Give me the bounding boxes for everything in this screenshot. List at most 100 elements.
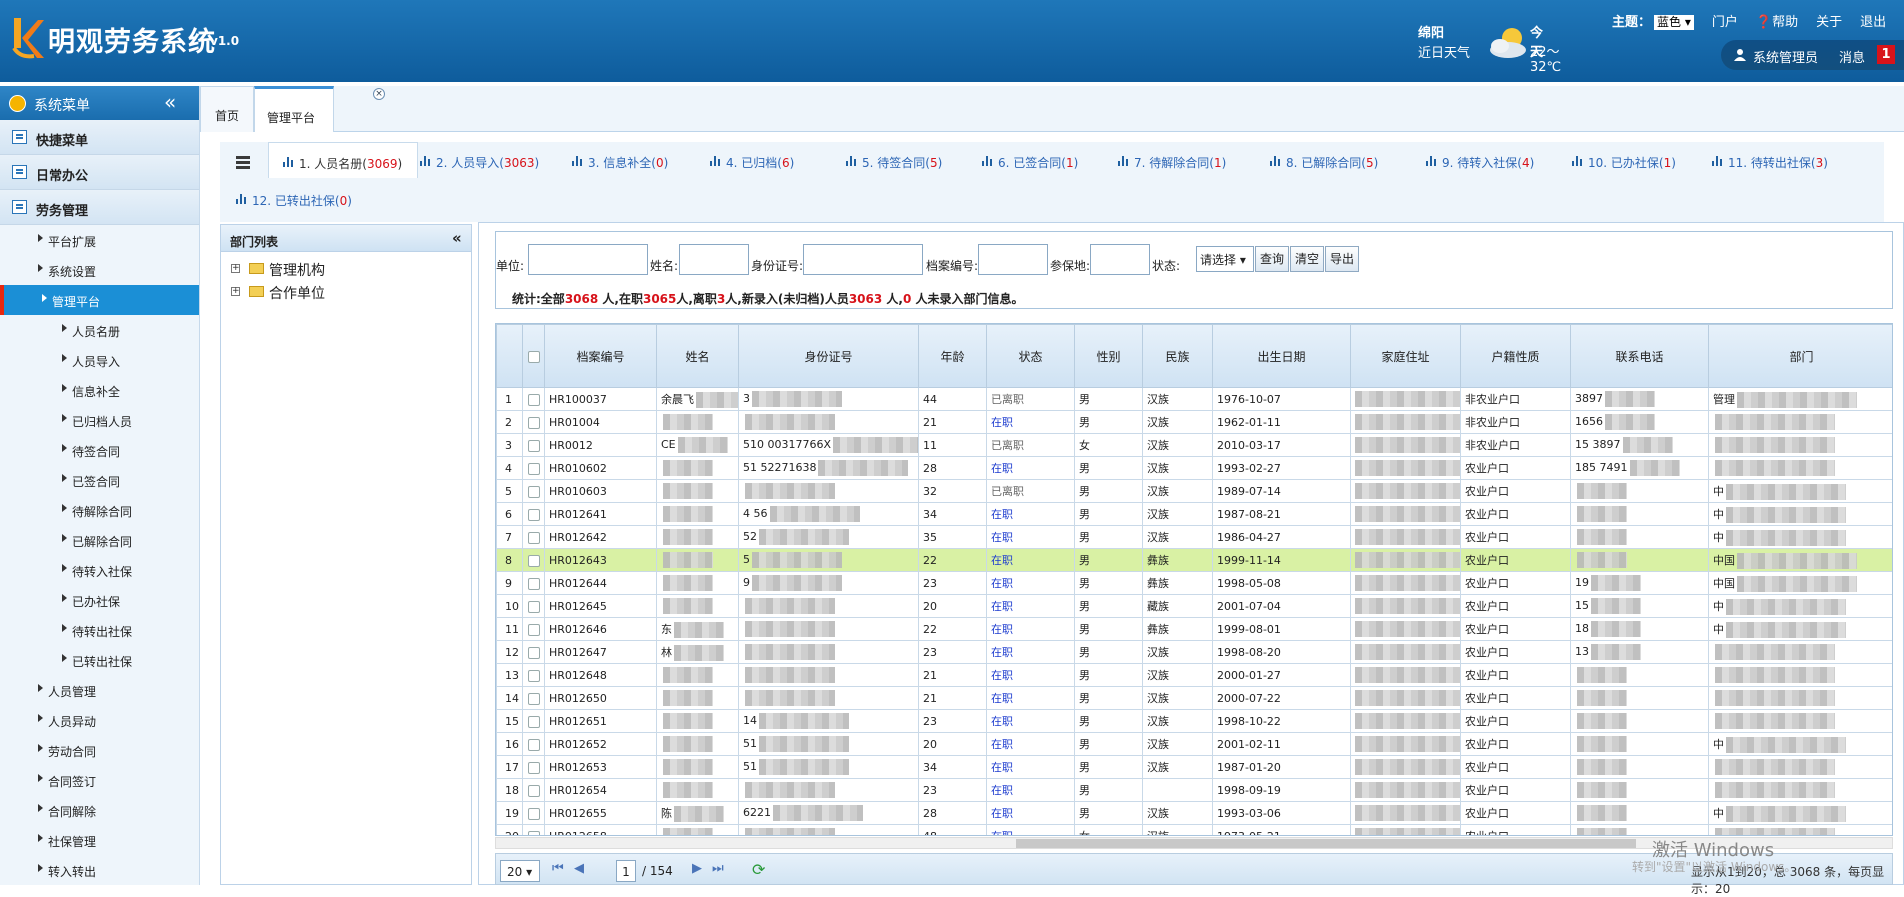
function-tab[interactable]: 5. 待签合同(5) (846, 142, 972, 178)
tab-home[interactable]: 首页 (200, 86, 254, 132)
function-tab[interactable]: 2. 人员导入(3063) (420, 142, 560, 178)
function-tab[interactable]: 7. 待解除合同(1) (1118, 142, 1258, 178)
sidebar-item[interactable]: 已转出社保 (0, 645, 199, 675)
sidebar-item[interactable]: 社保管理 (0, 825, 199, 855)
function-tab[interactable]: 1. 人员名册(3069) (268, 142, 418, 178)
page-size-select[interactable]: 20 ▾ (500, 860, 540, 882)
status-select[interactable]: 请选择 ▾ (1196, 246, 1254, 272)
theme-select[interactable]: 蓝色 ▾ (1654, 14, 1694, 30)
refresh-icon[interactable]: ⟳ (752, 860, 765, 879)
export-button[interactable]: 导出 (1325, 246, 1359, 272)
row-checkbox[interactable] (522, 571, 545, 595)
row-checkbox[interactable] (522, 617, 545, 641)
id-number-input[interactable] (803, 244, 923, 275)
table-row[interactable]: 19 HR012655 陈 6221 28 在职 男 汉族 1993-03-06 农业户口 中 (496, 801, 1892, 825)
function-tab[interactable]: 10. 已办社保(1) (1572, 142, 1702, 178)
row-checkbox[interactable] (522, 410, 545, 434)
portal-link[interactable]: 门户 (1712, 11, 1738, 30)
sidebar-item[interactable]: 待转入社保 (0, 555, 199, 585)
table-row[interactable]: 1 HR100037 余晨飞 3 44 已离职 男 汉族 1976-10-07 非农业户口 3897… (496, 387, 1892, 411)
table-row[interactable]: 3 HR0012 CE 510 00317766X 11 已离职 女 汉族 2010-03-17… (496, 433, 1892, 457)
row-checkbox[interactable] (522, 525, 545, 549)
collapse-sidebar-icon[interactable]: « (164, 90, 176, 114)
column-header[interactable]: 档案编号 (544, 324, 657, 388)
collapse-tree-icon[interactable]: « (452, 229, 462, 247)
sidebar-item[interactable]: 人员导入 (0, 345, 199, 375)
sidebar-item[interactable]: 已归档人员 (0, 405, 199, 435)
row-checkbox[interactable] (522, 732, 545, 756)
row-checkbox[interactable] (522, 502, 545, 526)
sidebar-section-labor[interactable]: 劳务管理 (0, 190, 199, 225)
row-checkbox[interactable] (522, 640, 545, 664)
file-number-input[interactable] (978, 244, 1048, 275)
row-checkbox[interactable] (522, 755, 545, 779)
menu-grid-icon[interactable] (236, 156, 250, 170)
row-checkbox[interactable] (522, 387, 545, 411)
row-checkbox[interactable] (522, 479, 545, 503)
sidebar-item[interactable]: 劳动合同 (0, 735, 199, 765)
column-header[interactable]: 出生日期 (1212, 324, 1351, 388)
table-row[interactable]: 5 HR010603 32 已离职 男 汉族 1989-07-14 农业户口 中 (496, 479, 1892, 503)
sidebar-item[interactable]: 已解除合同 (0, 525, 199, 555)
sidebar-item[interactable]: 待签合同 (0, 435, 199, 465)
row-checkbox[interactable] (522, 824, 545, 835)
name-input[interactable] (679, 244, 749, 275)
close-tab-icon[interactable]: × (373, 88, 385, 100)
row-checkbox[interactable] (522, 778, 545, 802)
table-row[interactable]: 8 HR012643 5 22 在职 男 彝族 1999-11-14 农业户口 中国 (496, 548, 1892, 572)
sidebar-item[interactable]: 人员异动 (0, 705, 199, 735)
sidebar-item[interactable]: 待转出社保 (0, 615, 199, 645)
last-page-icon[interactable]: ⏭ (712, 861, 724, 876)
clear-button[interactable]: 清空 (1290, 246, 1324, 272)
weather-recent[interactable]: 近日天气 (1418, 42, 1478, 61)
function-tab[interactable]: 3. 信息补全(0) (572, 142, 702, 178)
column-header[interactable]: 状态 (986, 324, 1075, 388)
function-tab[interactable]: 9. 待转入社保(4) (1426, 142, 1566, 178)
table-row[interactable]: 14 HR012650 21 在职 男 汉族 2000-07-22 农业户口 (496, 686, 1892, 710)
column-header[interactable]: 姓名 (656, 324, 739, 388)
table-row[interactable]: 20 HR012658 48 在职 女 汉族 1973-05-21 农业户口 (496, 824, 1892, 835)
sidebar-item[interactable]: 合同签订 (0, 765, 199, 795)
column-header[interactable]: 民族 (1142, 324, 1213, 388)
sidebar-section-quick[interactable]: 快捷菜单 (0, 120, 199, 155)
sidebar-item[interactable]: 已办社保 (0, 585, 199, 615)
table-row[interactable]: 4 HR010602 51 52271638 28 在职 男 汉族 1993-02-27 农业户… (496, 456, 1892, 480)
function-tab[interactable]: 11. 待转出社保(3) (1712, 142, 1872, 178)
column-header[interactable]: 年龄 (918, 324, 987, 388)
sidebar-section-office[interactable]: 日常办公 (0, 155, 199, 190)
table-row[interactable]: 13 HR012648 21 在职 男 汉族 2000-01-27 农业户口 (496, 663, 1892, 687)
column-header[interactable]: 部门 (1708, 324, 1892, 388)
row-checkbox[interactable] (522, 686, 545, 710)
message-count-badge[interactable]: 1 (1877, 45, 1895, 64)
column-header[interactable]: 户籍性质 (1460, 324, 1571, 388)
column-header[interactable]: 性别 (1074, 324, 1143, 388)
next-page-icon[interactable]: ▶ (692, 861, 702, 876)
row-checkbox[interactable] (522, 594, 545, 618)
scrollbar-thumb[interactable] (1016, 839, 1636, 848)
page-number-input[interactable]: 1 (616, 860, 636, 882)
prev-page-icon[interactable]: ◀ (574, 861, 584, 876)
table-row[interactable]: 6 HR012641 4 56 34 在职 男 汉族 1987-08-21 农业户口 中 (496, 502, 1892, 526)
select-all-checkbox[interactable] (522, 324, 545, 388)
table-row[interactable]: 18 HR012654 23 在职 男 1998-09-19 农业户口 (496, 778, 1892, 802)
tab-management[interactable]: 管理平台 × (254, 86, 385, 132)
insure-place-input[interactable] (1090, 244, 1150, 275)
sidebar-item[interactable]: 管理平台 (0, 285, 199, 315)
function-tab[interactable]: 8. 已解除合同(5) (1270, 142, 1410, 178)
logout-link[interactable]: 退出 (1860, 11, 1886, 30)
sidebar-item[interactable]: 平台扩展 (0, 225, 199, 255)
sidebar-item[interactable]: 待解除合同 (0, 495, 199, 525)
column-header[interactable]: 身份证号 (738, 324, 919, 388)
column-header[interactable]: 家庭住址 (1350, 324, 1461, 388)
table-row[interactable]: 11 HR012646 东 22 在职 男 彝族 1999-08-01 农业户口 18 中 (496, 617, 1892, 641)
row-checkbox[interactable] (522, 456, 545, 480)
table-row[interactable]: 12 HR012647 林 23 在职 男 汉族 1998-08-20 农业户口 13 (496, 640, 1892, 664)
table-row[interactable]: 15 HR012651 14 23 在职 男 汉族 1998-10-22 农业户口 (496, 709, 1892, 733)
function-tab[interactable]: 4. 已归档(6) (710, 142, 836, 178)
row-checkbox[interactable] (522, 548, 545, 572)
table-row[interactable]: 16 HR012652 51 20 在职 男 汉族 2001-02-11 农业户口 中 (496, 732, 1892, 756)
table-row[interactable]: 7 HR012642 52 35 在职 男 汉族 1986-04-27 农业户口 中 (496, 525, 1892, 549)
sidebar-item[interactable]: 已签合同 (0, 465, 199, 495)
about-link[interactable]: 关于 (1816, 11, 1842, 30)
table-row[interactable]: 9 HR012644 9 23 在职 男 彝族 1998-05-08 农业户口 19 中国 (496, 571, 1892, 595)
